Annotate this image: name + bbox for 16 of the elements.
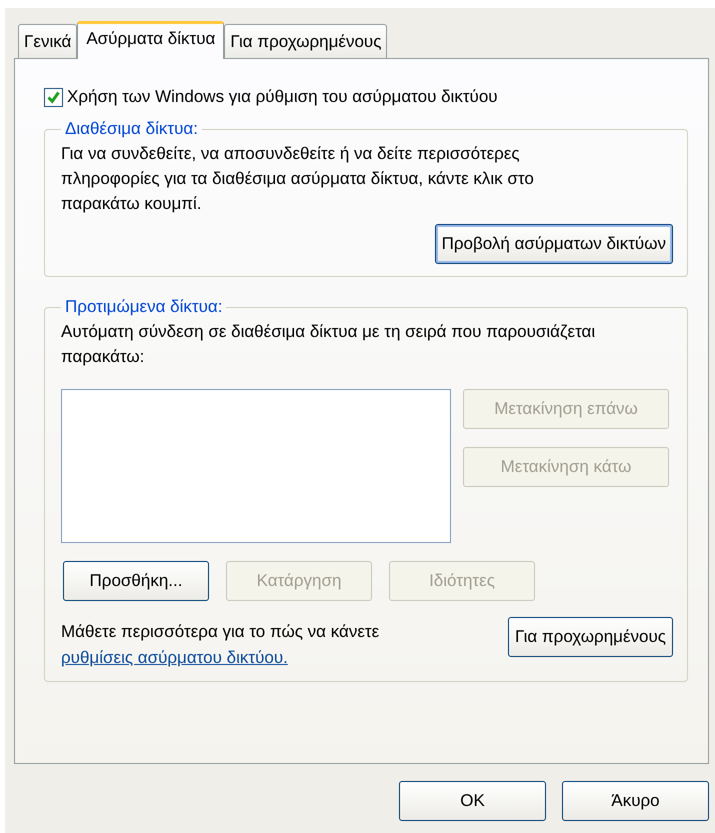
action-button[interactable]: Προσθήκη...: [63, 561, 209, 601]
checkbox-label[interactable]: Χρήση των Windows για ρύθμιση του ασύρματου δικτύου: [67, 87, 498, 107]
view-networks-button[interactable]: Προβολή ασύρματων δικτύων: [434, 224, 673, 264]
help-text: Μάθετε περισσότερα για το πώς να κάνετε ρυθμίσεις ασύρματου δικτύου.: [61, 621, 380, 669]
tab[interactable]: Γενικά: [18, 24, 78, 58]
group-title: Διαθέσιμα δίκτυα:: [64, 119, 199, 139]
dialog-button[interactable]: Άκυρο: [562, 781, 709, 821]
description-text: Για να συνδεθείτε, να αποσυνδεθείτε ή να δείτε περισσότερες πληροφορίες για τα διαθέσιμα ασύρματα δίκτυα, κάντε κλικ στο παρακάτω κουμπί.: [61, 143, 535, 215]
advanced-button[interactable]: Για προχωρημένους: [508, 617, 673, 657]
dialog-button[interactable]: OK: [399, 781, 546, 821]
description-text: Αυτόματη σύνδεση σε διαθέσιμα δίκτυα με τη σειρά που παρουσιάζεται παρακάτω:: [61, 321, 596, 368]
checkbox[interactable]: [44, 88, 63, 106]
tab[interactable]: Για προχωρημένους: [224, 24, 388, 58]
settings-link[interactable]: ρυθμίσεις ασύρματου δικτύου.: [61, 648, 288, 667]
group-title: Προτιμώμενα δίκτυα:: [64, 297, 224, 317]
tab[interactable]: Ασύρματα δίκτυα: [77, 21, 224, 59]
